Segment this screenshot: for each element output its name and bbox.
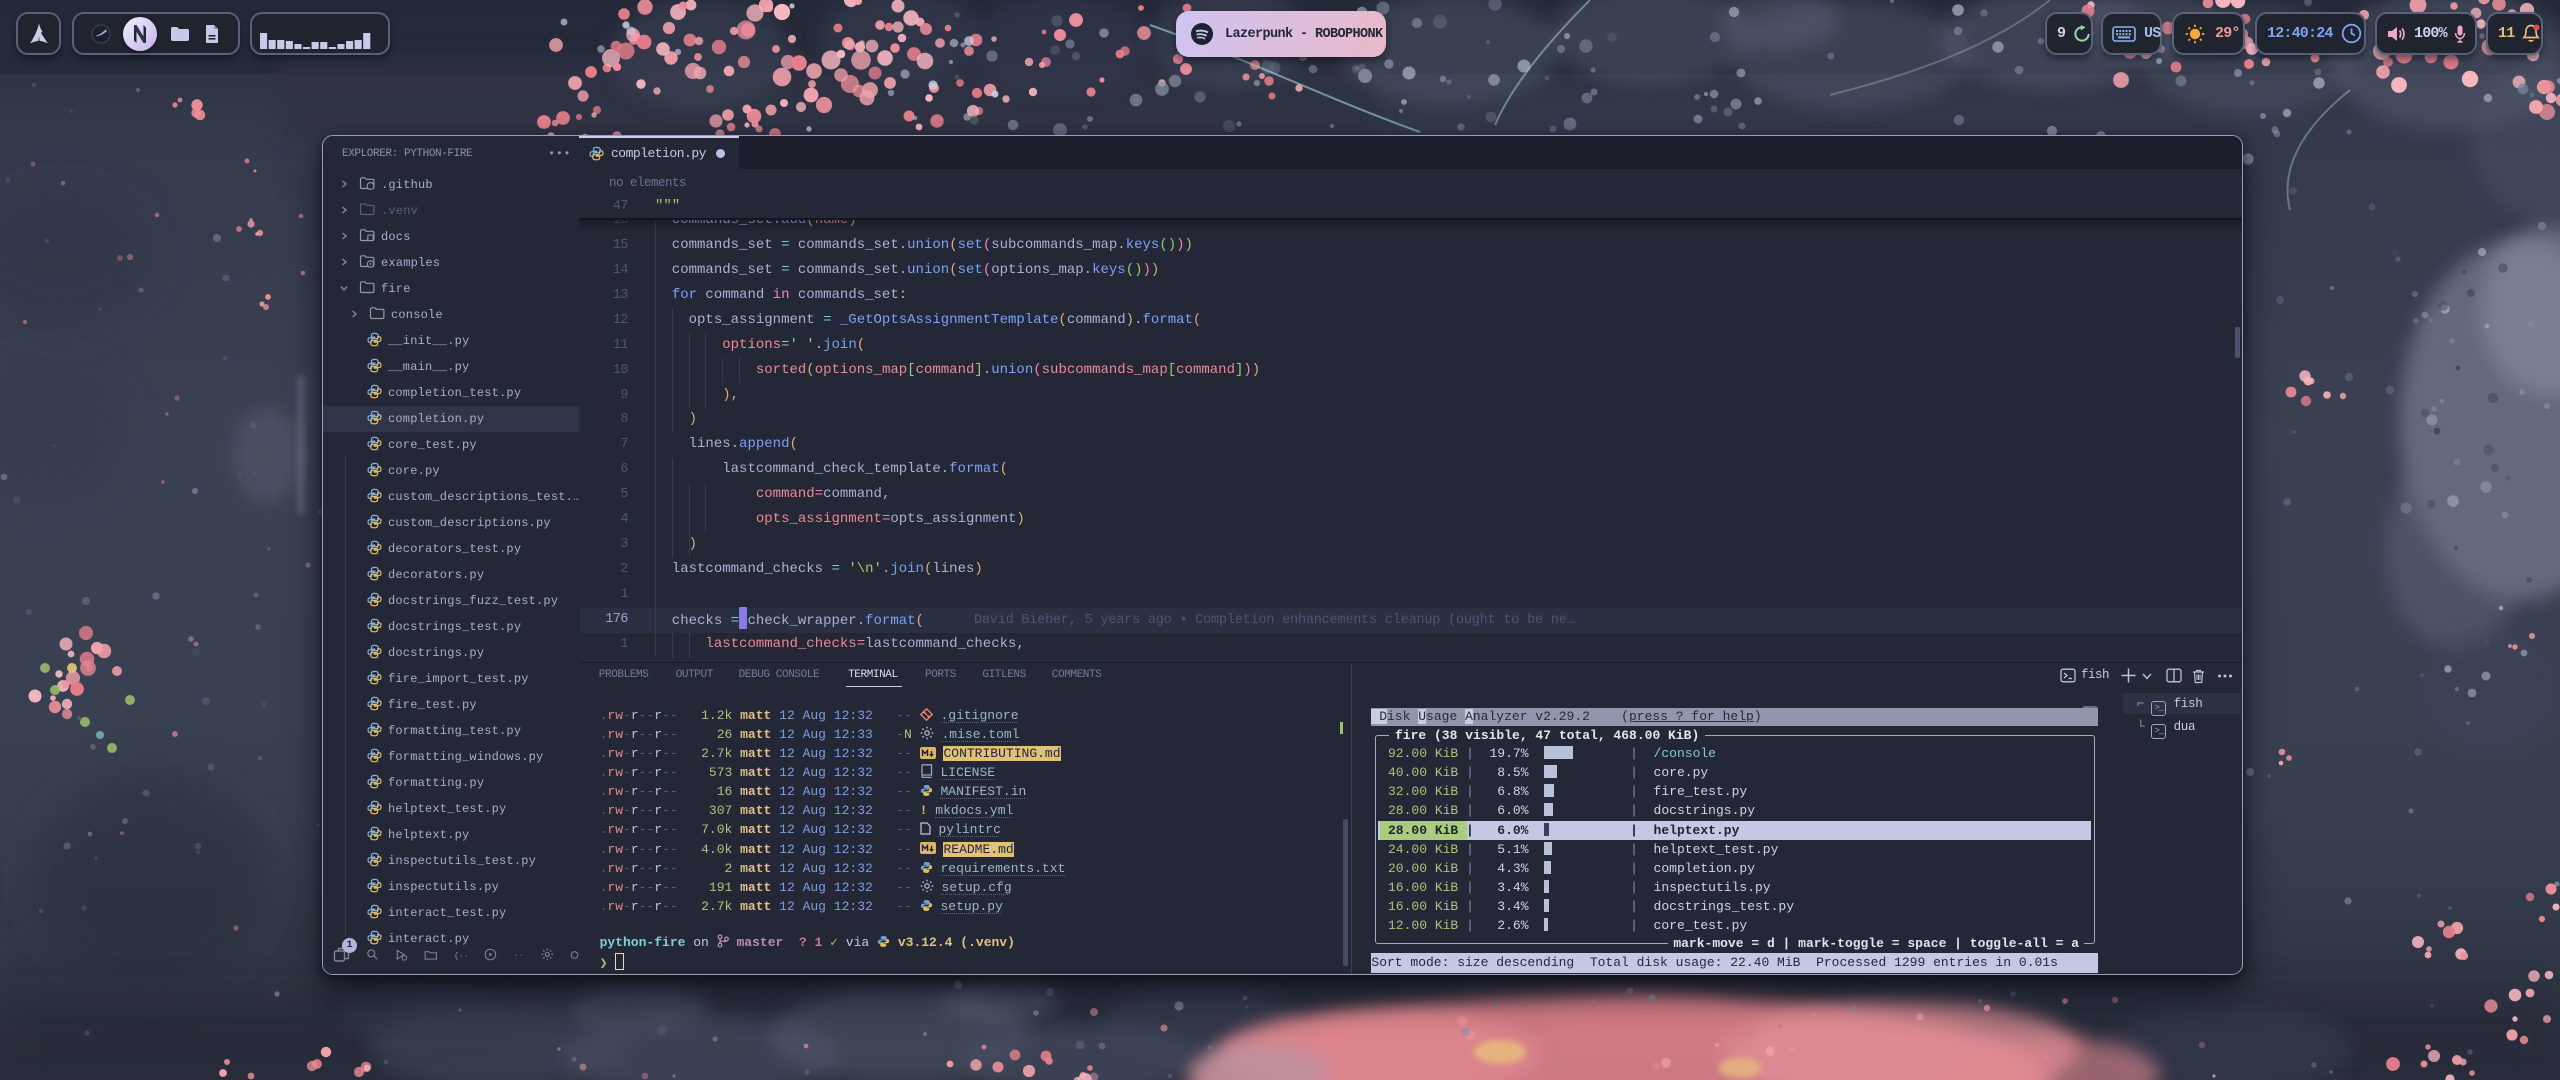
svg-text:···: ···	[514, 951, 525, 960]
svg-text:{··}: {··}	[454, 951, 468, 961]
